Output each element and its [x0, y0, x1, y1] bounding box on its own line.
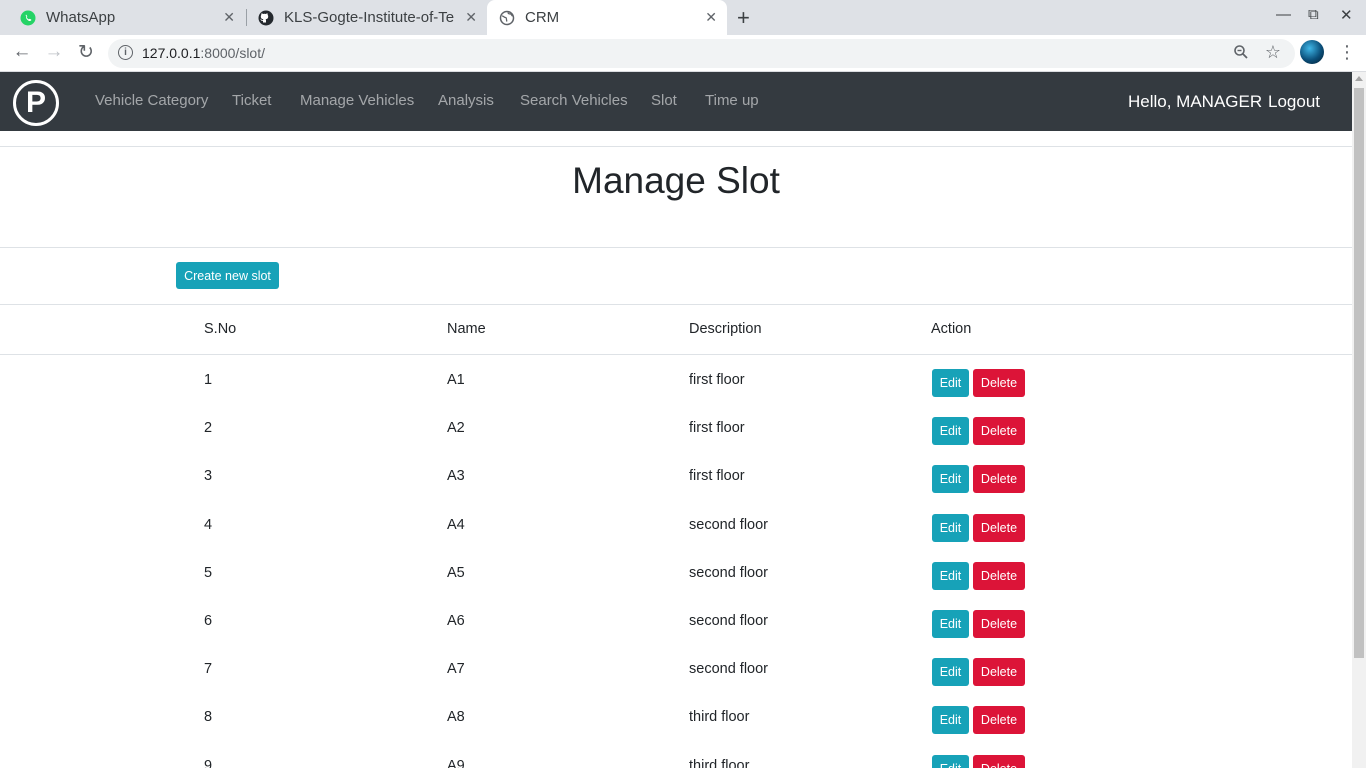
scroll-up-icon[interactable]: [1355, 76, 1363, 81]
nav-ticket[interactable]: Ticket: [232, 92, 271, 109]
site-navbar: P Vehicle Category Ticket Manage Vehicle…: [0, 72, 1352, 131]
delete-button[interactable]: Delete: [973, 706, 1025, 734]
row-sno: 2: [204, 420, 213, 436]
edit-button[interactable]: Edit: [932, 465, 969, 493]
nav-slot[interactable]: Slot: [651, 92, 677, 109]
close-tab-icon[interactable]: ✕: [705, 9, 717, 26]
forward-icon[interactable]: →: [42, 41, 66, 63]
delete-button[interactable]: Delete: [973, 658, 1025, 686]
row-sno: 1: [204, 372, 213, 388]
edit-button[interactable]: Edit: [932, 369, 969, 397]
scroll-thumb[interactable]: [1354, 88, 1364, 658]
row-name: A5: [447, 565, 465, 581]
row-description: first floor: [689, 372, 745, 388]
site-info-icon[interactable]: i: [118, 45, 133, 60]
row-name: A8: [447, 709, 465, 725]
row-sno: 8: [204, 709, 213, 725]
column-header-sno: S.No: [204, 321, 237, 337]
row-sno: 4: [204, 517, 213, 533]
row-description: third floor: [689, 709, 750, 725]
close-window-icon[interactable]: ✕: [1340, 6, 1353, 24]
edit-button[interactable]: Edit: [932, 755, 969, 768]
row-description: third floor: [689, 758, 750, 768]
edit-button[interactable]: Edit: [932, 610, 969, 638]
url-text: 127.0.0.1:8000/slot/: [142, 45, 265, 61]
delete-button[interactable]: Delete: [973, 417, 1025, 445]
row-name: A1: [447, 372, 465, 388]
row-description: second floor: [689, 565, 768, 581]
divider: [0, 304, 1352, 305]
row-sno: 5: [204, 565, 213, 581]
row-name: A2: [447, 420, 465, 436]
tab-whatsapp[interactable]: WhatsApp ✕: [0, 0, 245, 35]
bookmark-star-icon[interactable]: ☆: [1265, 42, 1281, 63]
tab-github[interactable]: KLS-Gogte-Institute-of-Te ✕: [247, 0, 487, 35]
row-description: first floor: [689, 468, 745, 484]
reload-icon[interactable]: ↻: [74, 41, 98, 64]
row-name: A7: [447, 661, 465, 677]
nav-time-up[interactable]: Time up: [705, 92, 759, 109]
row-name: A9: [447, 758, 465, 768]
divider: [0, 146, 1352, 147]
edit-button[interactable]: Edit: [932, 658, 969, 686]
edit-button[interactable]: Edit: [932, 562, 969, 590]
row-sno: 9: [204, 758, 213, 768]
column-header-action: Action: [931, 321, 972, 337]
back-icon[interactable]: ←: [10, 41, 34, 63]
row-name: A4: [447, 517, 465, 533]
row-name: A6: [447, 613, 465, 629]
create-slot-button[interactable]: Create new slot: [176, 262, 279, 289]
close-tab-icon[interactable]: ✕: [223, 9, 235, 26]
delete-button[interactable]: Delete: [973, 465, 1025, 493]
delete-button[interactable]: Delete: [973, 369, 1025, 397]
delete-button[interactable]: Delete: [973, 514, 1025, 542]
address-bar: ← → ↻ i 127.0.0.1:8000/slot/ ☆: [0, 35, 1366, 72]
profile-avatar[interactable]: [1300, 40, 1324, 64]
nav-analysis[interactable]: Analysis: [438, 92, 494, 109]
edit-button[interactable]: Edit: [932, 514, 969, 542]
minimize-icon[interactable]: —: [1276, 6, 1291, 23]
edit-button[interactable]: Edit: [932, 417, 969, 445]
tab-title: WhatsApp: [46, 9, 116, 26]
page-title: Manage Slot: [572, 160, 780, 201]
tab-title: KLS-Gogte-Institute-of-Te: [284, 9, 455, 26]
column-header-description: Description: [689, 321, 762, 337]
nav-manage-vehicles[interactable]: Manage Vehicles: [300, 92, 414, 109]
row-description: second floor: [689, 517, 768, 533]
table-header-divider: [0, 354, 1352, 355]
row-sno: 7: [204, 661, 213, 677]
row-sno: 6: [204, 613, 213, 629]
browser-menu-icon[interactable]: ⋮: [1338, 42, 1356, 63]
browser-tabstrip: WhatsApp ✕ KLS-Gogte-Institute-of-Te ✕ C…: [0, 0, 1366, 35]
globe-icon: [499, 10, 515, 26]
whatsapp-icon: [20, 10, 36, 26]
nav-vehicle-category[interactable]: Vehicle Category: [95, 92, 208, 109]
user-greeting: Hello, MANAGER: [1128, 92, 1263, 111]
delete-button[interactable]: Delete: [973, 610, 1025, 638]
edit-button[interactable]: Edit: [932, 706, 969, 734]
divider: [0, 247, 1352, 248]
close-tab-icon[interactable]: ✕: [465, 9, 477, 26]
row-sno: 3: [204, 468, 213, 484]
delete-button[interactable]: Delete: [973, 562, 1025, 590]
column-header-name: Name: [447, 321, 486, 337]
parking-logo[interactable]: P: [13, 80, 59, 126]
row-description: first floor: [689, 420, 745, 436]
restore-icon[interactable]: ⧉: [1308, 6, 1319, 23]
nav-search-vehicles[interactable]: Search Vehicles: [520, 92, 628, 109]
row-description: second floor: [689, 613, 768, 629]
tab-crm[interactable]: CRM ✕: [487, 0, 727, 35]
new-tab-icon[interactable]: +: [737, 5, 750, 31]
url-input[interactable]: i 127.0.0.1:8000/slot/ ☆: [108, 39, 1295, 68]
delete-button[interactable]: Delete: [973, 755, 1025, 768]
logout-link[interactable]: Logout: [1268, 92, 1320, 112]
tab-title: CRM: [525, 9, 560, 26]
row-description: second floor: [689, 661, 768, 677]
page-scrollbar[interactable]: [1352, 72, 1366, 768]
github-icon: [258, 10, 274, 26]
row-name: A3: [447, 468, 465, 484]
zoom-icon[interactable]: [1233, 44, 1249, 64]
